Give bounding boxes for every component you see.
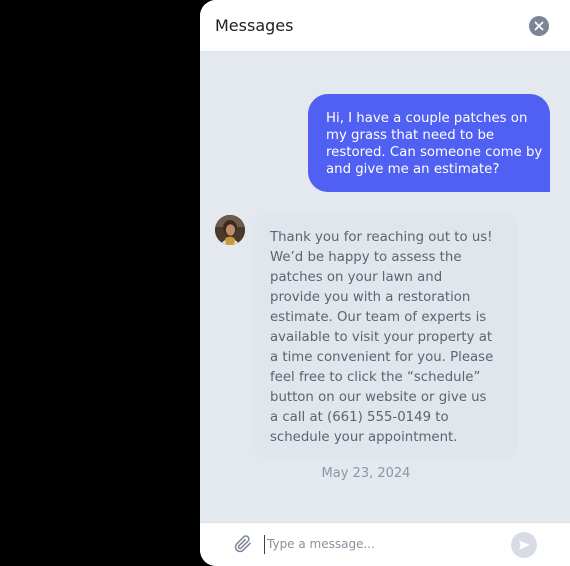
incoming-message-line: patches on your lawn and	[270, 270, 443, 285]
incoming-message-line: provide you with a restoration	[270, 290, 471, 305]
message-composer	[200, 522, 570, 566]
attach-button[interactable]	[234, 535, 252, 553]
outgoing-message-line: my grass that need to be	[326, 128, 495, 143]
outgoing-message-line: restored. Can someone come by	[326, 145, 543, 160]
incoming-message-bubble: Thank you for reaching out to us! We’d b…	[253, 214, 518, 458]
incoming-message-line: a time convenient for you. Please	[270, 350, 494, 365]
incoming-message-line: Thank you for reaching out to us!	[270, 230, 493, 245]
incoming-message-line: schedule your appointment.	[270, 430, 458, 445]
text-caret	[264, 535, 265, 554]
avatar	[215, 215, 245, 245]
close-button[interactable]	[529, 16, 549, 36]
incoming-message-line: estimate. Our team of experts is	[270, 310, 487, 325]
chat-title: Messages	[215, 16, 294, 35]
incoming-message-line: a call at (661) 555-0149 to	[270, 410, 449, 425]
outgoing-message-line: and give me an estimate?	[326, 162, 500, 177]
send-button[interactable]	[511, 532, 537, 558]
outgoing-message-line: Hi, I have a couple patches on	[326, 111, 528, 126]
close-icon	[534, 21, 544, 31]
chat-header: Messages	[200, 0, 570, 52]
message-input[interactable]	[267, 533, 497, 555]
chat-panel: Messages Hi, I have a couple patches on …	[200, 0, 570, 566]
send-icon	[519, 540, 530, 550]
paperclip-icon	[234, 535, 251, 553]
incoming-message-line: feel free to click the “schedule”	[270, 370, 481, 385]
message-date: May 23, 2024	[321, 466, 411, 481]
outgoing-message-bubble: Hi, I have a couple patches on my grass …	[308, 94, 550, 192]
incoming-message-line: available to visit your property at	[270, 330, 493, 345]
incoming-message-line: We’d be happy to assess the	[270, 250, 462, 265]
incoming-message-line: button on our website or give us	[270, 390, 487, 405]
